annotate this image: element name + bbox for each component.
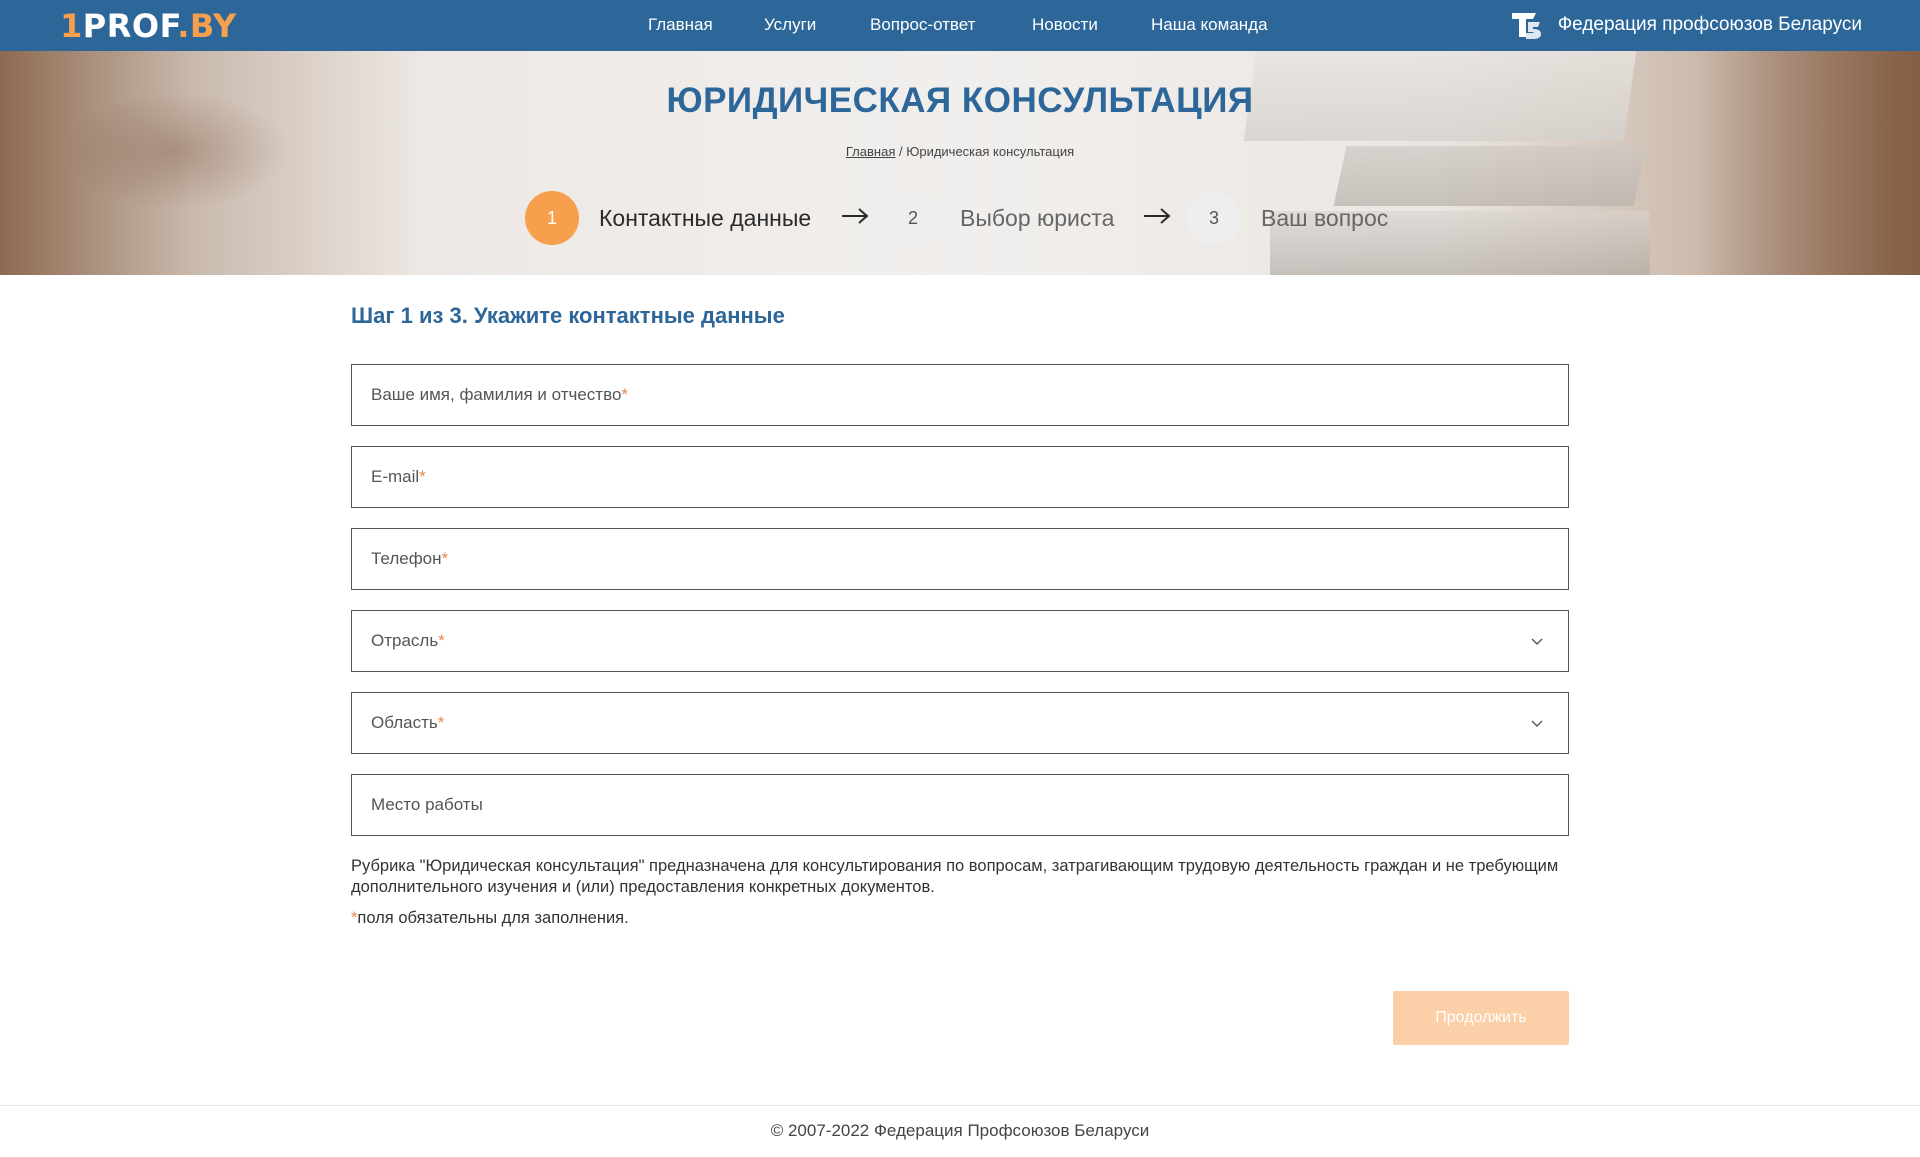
breadcrumb: Главная / Юридическая консультация xyxy=(0,144,1920,159)
footer-copyright: © 2007-2022 Федерация Профсоюзов Беларус… xyxy=(770,1121,1150,1140)
phone-placeholder: Телефон* xyxy=(371,549,448,569)
placeholder-text: Ваше имя, фамилия и отчество xyxy=(371,385,622,404)
email-field[interactable]: E-mail* xyxy=(351,446,1569,508)
nav-item-home[interactable]: Главная xyxy=(648,15,713,35)
step-3-number: 3 xyxy=(1187,191,1241,245)
chevron-down-icon xyxy=(1531,720,1543,727)
phone-field[interactable]: Телефон* xyxy=(351,528,1569,590)
nav-item-services[interactable]: Услуги xyxy=(764,15,816,35)
required-asterisk: * xyxy=(621,385,629,404)
hero-banner: ЮРИДИЧЕСКАЯ КОНСУЛЬТАЦИЯ Главная / Юриди… xyxy=(0,51,1920,275)
placeholder-text: E-mail xyxy=(371,467,420,486)
rubric-note: Рубрика "Юридическая консультация" предн… xyxy=(351,857,1559,896)
nav-item-team[interactable]: Наша команда xyxy=(1151,15,1268,35)
step-3-label: Ваш вопрос xyxy=(1261,205,1389,231)
required-asterisk: * xyxy=(437,713,445,732)
required-asterisk: * xyxy=(441,549,449,568)
required-asterisk: * xyxy=(438,631,445,650)
fpb-logo-icon xyxy=(1511,13,1541,39)
federation-label: Федерация профсоюзов Беларуси xyxy=(1557,14,1862,35)
chevron-down-icon xyxy=(1531,638,1543,645)
step-1-number: 1 xyxy=(525,191,579,245)
required-note: *поля обязательны для заполнения. xyxy=(351,909,629,928)
step-2-label: Выбор юриста xyxy=(960,205,1115,231)
arrow-right-icon xyxy=(1144,208,1171,224)
region-placeholder: Область* xyxy=(371,713,444,733)
top-navbar: 1PROF.BY Главная Услуги Вопрос-ответ Нов… xyxy=(0,0,1920,51)
industry-select[interactable]: Отрасль* xyxy=(351,610,1569,672)
continue-button[interactable]: Продолжить xyxy=(1393,991,1569,1045)
breadcrumb-current: Юридическая консультация xyxy=(906,144,1075,159)
arrow-right-icon xyxy=(842,208,869,224)
footer-divider xyxy=(0,1105,1920,1106)
page-title: ЮРИДИЧЕСКАЯ КОНСУЛЬТАЦИЯ xyxy=(666,81,1254,120)
industry-placeholder: Отрасль* xyxy=(371,631,445,651)
placeholder-text: Место работы xyxy=(371,795,483,814)
placeholder-text: Телефон xyxy=(371,549,442,568)
step-progress: 1 Контактные данные 2 Выбор юриста 3 Ваш… xyxy=(0,191,1920,245)
nav-item-news[interactable]: Новости xyxy=(1032,15,1098,35)
placeholder-text: Область xyxy=(371,713,438,732)
step-2-number: 2 xyxy=(886,191,940,245)
workplace-field[interactable]: Место работы xyxy=(351,774,1569,836)
nav-item-faq[interactable]: Вопрос-ответ xyxy=(870,15,975,35)
required-note-text: поля обязательны для заполнения. xyxy=(357,909,629,927)
form-title: Шаг 1 из 3. Укажите контактные данные xyxy=(351,303,785,328)
full-name-placeholder: Ваше имя, фамилия и отчество* xyxy=(371,385,628,405)
workplace-placeholder: Место работы xyxy=(371,795,483,815)
region-select[interactable]: Область* xyxy=(351,692,1569,754)
email-placeholder: E-mail* xyxy=(371,467,426,487)
placeholder-text: Отрасль xyxy=(371,631,439,650)
breadcrumb-separator: / xyxy=(895,144,907,159)
step-1-label: Контактные данные xyxy=(599,205,812,231)
required-asterisk: * xyxy=(419,467,426,486)
breadcrumb-home-link[interactable]: Главная xyxy=(846,144,895,159)
federation-link[interactable]: Федерация профсоюзов Беларуси xyxy=(1506,9,1862,41)
full-name-field[interactable]: Ваше имя, фамилия и отчество* xyxy=(351,364,1569,426)
